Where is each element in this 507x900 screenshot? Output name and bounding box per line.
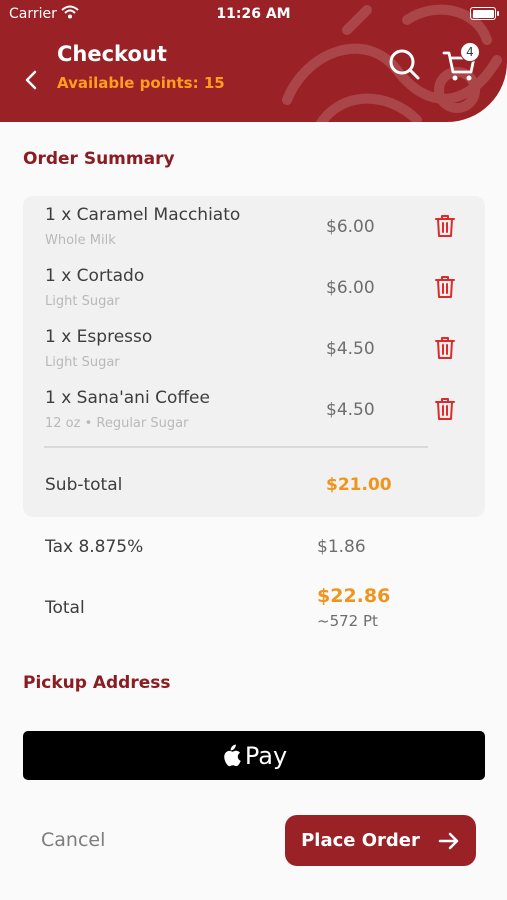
battery-icon — [470, 7, 499, 20]
page-title: Checkout — [57, 42, 167, 66]
summary-divider — [44, 446, 428, 448]
place-order-button[interactable]: Place Order — [285, 815, 476, 866]
item-options: Light Sugar — [45, 355, 120, 370]
search-button[interactable] — [386, 46, 422, 82]
order-item: 1 x Sana'ani Coffee 12 oz • Regular Suga… — [23, 379, 485, 439]
delete-item-icon[interactable] — [433, 335, 457, 361]
item-name: 1 x Sana'ani Coffee — [45, 388, 210, 408]
item-price: $4.50 — [326, 339, 375, 359]
total-points-value: ~572 Pt — [317, 612, 378, 630]
item-price: $4.50 — [326, 400, 375, 420]
available-points: Available points: 15 — [57, 74, 225, 92]
item-name: 1 x Caramel Macchiato — [45, 205, 241, 225]
place-order-label: Place Order — [301, 830, 420, 851]
back-arrow-icon — [25, 70, 37, 90]
item-options: Light Sugar — [45, 294, 120, 309]
order-summary-heading: Order Summary — [23, 149, 175, 169]
tax-value: $1.86 — [317, 537, 366, 557]
order-item: 1 x Caramel Macchiato Whole Milk $6.00 — [23, 196, 485, 256]
subtotal-label: Sub-total — [45, 475, 123, 495]
delete-item-icon[interactable] — [433, 396, 457, 422]
subtotal-value: $21.00 — [326, 475, 392, 495]
total-value: $22.86 — [317, 585, 391, 607]
item-price: $6.00 — [326, 278, 375, 298]
status-time: 11:26 AM — [216, 6, 291, 22]
order-item: 1 x Espresso Light Sugar $4.50 — [23, 318, 485, 378]
item-options: Whole Milk — [45, 233, 116, 248]
order-summary-card: 1 x Caramel Macchiato Whole Milk $6.00 1… — [23, 196, 485, 517]
search-icon — [389, 49, 420, 80]
delete-item-icon[interactable] — [433, 274, 457, 300]
status-bar: Carrier 11:26 AM — [0, 0, 507, 28]
item-price: $6.00 — [326, 217, 375, 237]
apple-logo-icon — [224, 744, 241, 766]
delete-item-icon[interactable] — [433, 213, 457, 239]
item-name: 1 x Cortado — [45, 266, 145, 286]
cancel-button[interactable]: Cancel — [41, 829, 105, 851]
pickup-address-heading: Pickup Address — [23, 673, 171, 693]
app-header: Carrier 11:26 AM Checkout Available poin… — [0, 0, 507, 122]
arrow-right-icon — [438, 832, 459, 849]
back-button[interactable] — [20, 66, 42, 94]
total-label: Total — [45, 598, 85, 618]
apple-pay-button[interactable]: Pay — [23, 731, 485, 780]
cart-count-badge: 4 — [460, 42, 480, 62]
apple-pay-label: Pay — [244, 741, 288, 770]
tax-label: Tax 8.875% — [45, 537, 144, 557]
item-name: 1 x Espresso — [45, 327, 153, 347]
order-item: 1 x Cortado Light Sugar $6.00 — [23, 257, 485, 317]
item-options: 12 oz • Regular Sugar — [45, 416, 189, 431]
